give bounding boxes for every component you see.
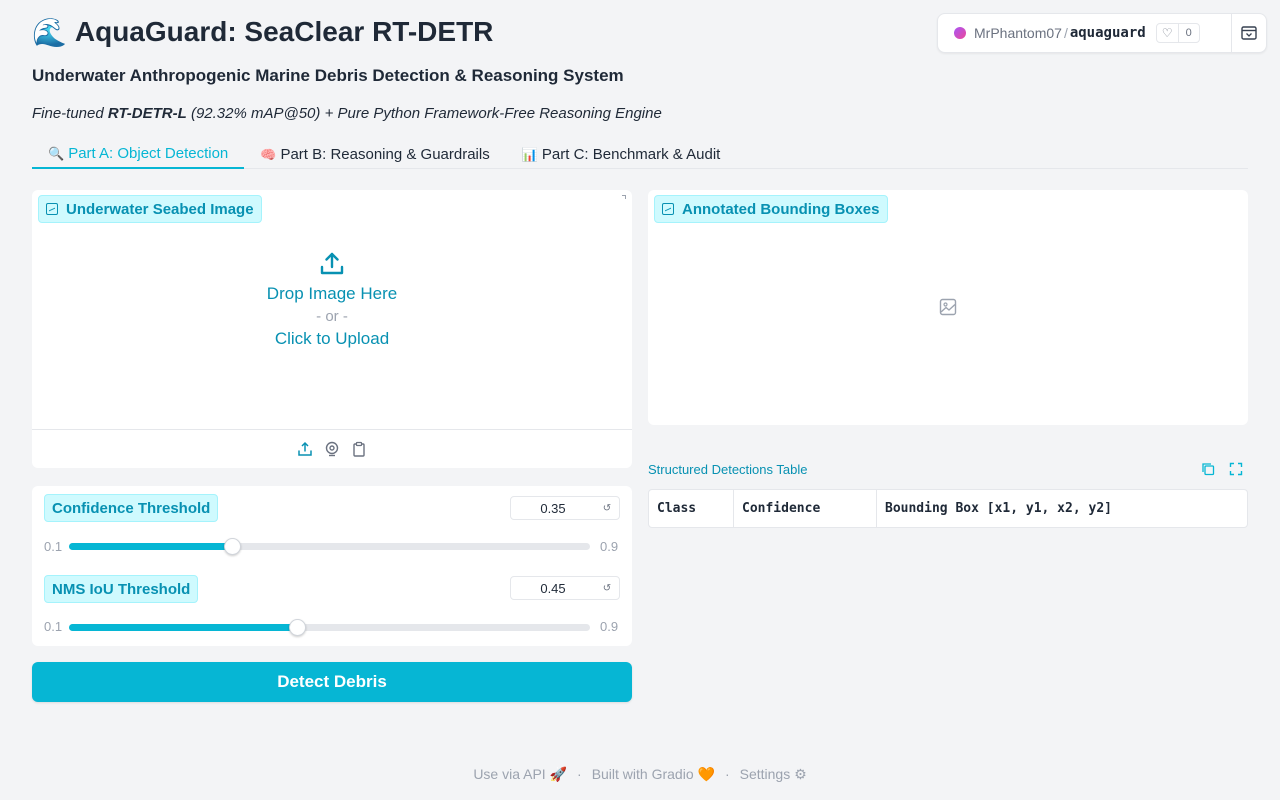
nms-slider[interactable] [69, 619, 590, 636]
footer: Use via API 🚀 · Built with Gradio 🧡 · Se… [0, 764, 1280, 784]
gradio-logo-icon: 🧡 [697, 765, 715, 782]
image-placeholder-icon [939, 298, 957, 316]
magnifier-icon: 🔍 [48, 145, 65, 161]
badge-divider [1231, 14, 1232, 52]
like-button[interactable]: ♡ 0 [1155, 23, 1200, 43]
corner-marker [622, 195, 626, 199]
nms-label-text: NMS IoU Threshold [52, 580, 191, 598]
tab-label: Part C: Benchmark & Audit [541, 146, 721, 163]
reset-icon[interactable]: ↺ [595, 583, 619, 594]
app-subtitle: Underwater Anthropogenic Marine Debris D… [32, 66, 624, 85]
footer-separator: · [724, 766, 730, 782]
image-icon [662, 203, 674, 215]
settings-link-text: Settings [739, 765, 791, 782]
or-text: - or - [316, 308, 348, 325]
confidence-label-text: Confidence Threshold [52, 499, 211, 517]
nms-max: 0.9 [600, 619, 619, 634]
fullscreen-icon[interactable] [1229, 462, 1243, 476]
space-separator: / [1063, 25, 1068, 41]
nms-min: 0.1 [44, 619, 63, 634]
wave-icon: 🌊 [32, 16, 67, 48]
like-count: 0 [1185, 27, 1192, 39]
column-header-class[interactable]: Class [649, 490, 734, 527]
image-upload-panel: Underwater Seabed Image Drop Image Here … [32, 190, 632, 468]
annotated-output-panel: Annotated Bounding Boxes [648, 190, 1248, 425]
upload-label-text: Underwater Seabed Image [66, 200, 254, 218]
tab-reasoning-guardrails[interactable]: 🧠 Part B: Reasoning & Guardrails [244, 140, 505, 169]
upload-source-icon[interactable] [297, 441, 314, 458]
built-with-gradio-link[interactable]: Built with Gradio 🧡 [592, 766, 715, 783]
avatar[interactable] [954, 27, 966, 39]
bar-chart-icon: 📊 [521, 146, 538, 162]
detect-debris-button[interactable]: Detect Debris [32, 662, 632, 702]
upload-source-toolbar [32, 429, 632, 468]
collapse-header-icon[interactable] [1241, 26, 1257, 40]
api-link-text: Use via API [473, 765, 546, 782]
click-upload-text: Click to Upload [274, 329, 390, 348]
column-header-confidence[interactable]: Confidence [734, 490, 877, 527]
space-badge: MrPhantom07 / aquaguard ♡ 0 [937, 13, 1267, 53]
nms-value[interactable]: 0.45 [511, 581, 595, 596]
nms-number-input[interactable]: 0.45 ↺ [510, 576, 620, 600]
nms-slider-handle[interactable] [289, 619, 306, 636]
confidence-number-input[interactable]: 0.35 ↺ [510, 496, 620, 520]
space-name-link[interactable]: aquaguard [1070, 25, 1146, 41]
threshold-settings-panel: Confidence Threshold 0.35 ↺ 0.1 0.9 NMS … [32, 486, 632, 646]
confidence-slider-handle[interactable] [224, 538, 241, 555]
confidence-slider[interactable] [69, 538, 590, 555]
confidence-max: 0.9 [600, 539, 619, 554]
nms-label: NMS IoU Threshold [44, 575, 199, 603]
heart-icon: ♡ [1157, 24, 1179, 42]
image-icon [46, 203, 58, 215]
nms-slider-fill [69, 624, 297, 631]
gradio-link-text: Built with Gradio [591, 765, 694, 782]
tagline-suffix: (92.32% mAP@50) + Pure Python Framework-… [186, 105, 662, 122]
tab-benchmark-audit[interactable]: 📊 Part C: Benchmark & Audit [506, 140, 737, 169]
brain-icon: 🧠 [260, 146, 277, 162]
confidence-slider-fill [69, 543, 232, 550]
image-drop-zone[interactable]: Drop Image Here - or - Click to Upload [32, 250, 632, 370]
tagline-prefix: Fine-tuned [32, 105, 108, 122]
drop-text: Drop Image Here [266, 284, 398, 303]
output-label-text: Annotated Bounding Boxes [682, 200, 880, 218]
use-via-api-link[interactable]: Use via API 🚀 [473, 766, 567, 783]
detections-table-title: Structured Detections Table [648, 462, 808, 477]
output-label: Annotated Bounding Boxes [654, 195, 888, 223]
confidence-label: Confidence Threshold [44, 494, 219, 522]
clipboard-icon[interactable] [351, 441, 368, 458]
space-owner-link[interactable]: MrPhantom07 [974, 25, 1062, 41]
detections-table: Class Confidence Bounding Box [x1, y1, x… [648, 489, 1248, 528]
confidence-min: 0.1 [44, 539, 63, 554]
upload-icon [320, 252, 344, 275]
tab-object-detection[interactable]: 🔍 Part A: Object Detection [32, 140, 245, 169]
tab-bar: 🔍 Part A: Object Detection 🧠 Part B: Rea… [32, 140, 1248, 169]
copy-icon[interactable] [1201, 462, 1215, 476]
app-tagline: Fine-tuned RT-DETR-L (92.32% mAP@50) + P… [32, 105, 662, 122]
tab-label: Part A: Object Detection [68, 145, 229, 162]
rocket-icon: 🚀 [549, 765, 568, 782]
tagline-model: RT-DETR-L [107, 105, 187, 122]
column-header-bounding-box[interactable]: Bounding Box [x1, y1, x2, y2] [877, 490, 1247, 527]
app-title-text: AquaGuard: SeaClear RT-DETR [74, 16, 494, 47]
settings-link[interactable]: Settings ⚙ [740, 766, 807, 783]
gear-icon: ⚙ [794, 765, 807, 782]
upload-label: Underwater Seabed Image [38, 195, 262, 223]
reset-icon[interactable]: ↺ [595, 503, 619, 514]
tab-label: Part B: Reasoning & Guardrails [280, 146, 490, 163]
confidence-value[interactable]: 0.35 [511, 501, 595, 516]
webcam-icon[interactable] [324, 441, 341, 458]
footer-separator: · [577, 766, 582, 782]
app-title: 🌊 AquaGuard: SeaClear RT-DETR [32, 14, 493, 50]
